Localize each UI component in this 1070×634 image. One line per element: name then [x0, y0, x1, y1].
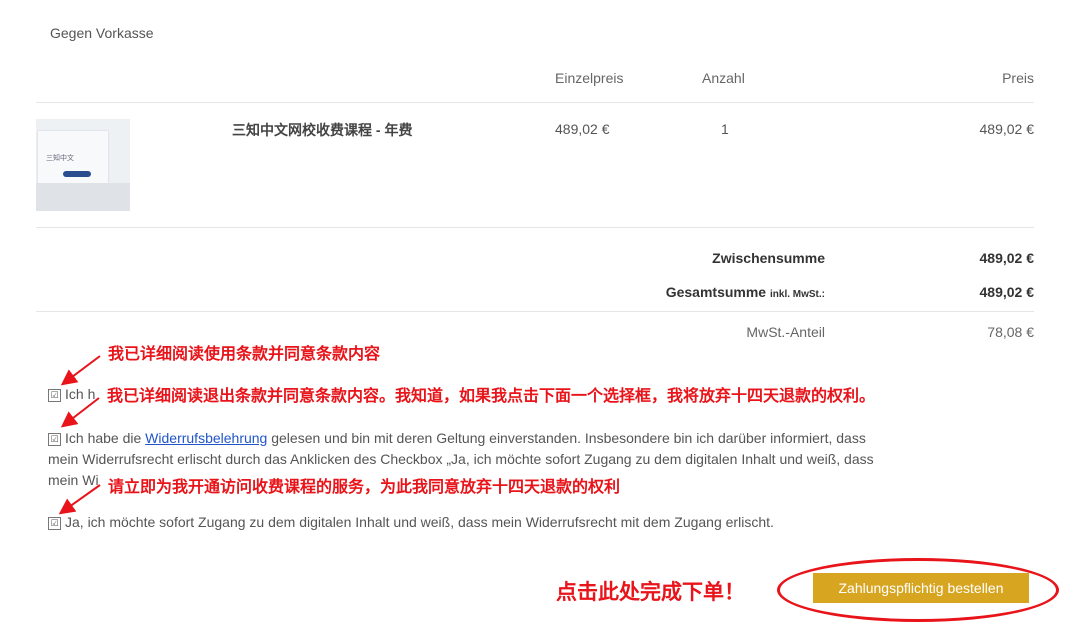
annotation-arrows	[58, 355, 101, 515]
place-order-button[interactable]: Zahlungspflichtig bestellen	[813, 573, 1029, 603]
arrow-withdrawal	[60, 397, 100, 428]
arrow-terms	[60, 355, 101, 386]
arrow-access	[58, 484, 101, 515]
